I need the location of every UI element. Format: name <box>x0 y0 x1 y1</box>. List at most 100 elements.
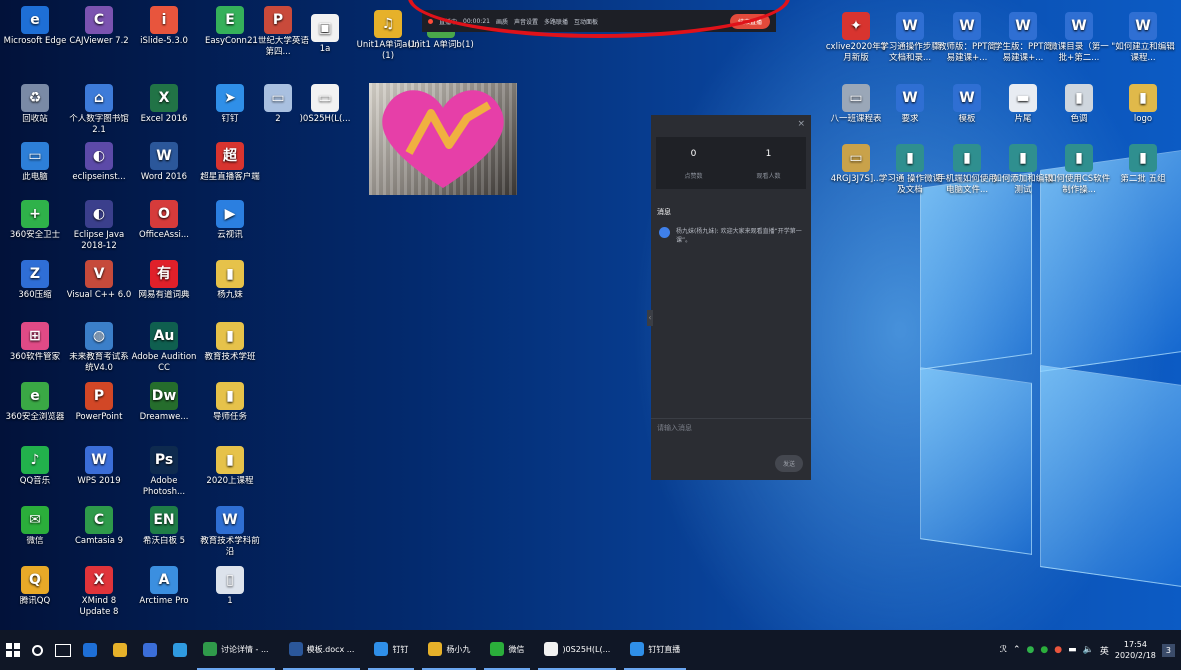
desktop-icon[interactable]: ▶ 云视讯 <box>197 200 263 241</box>
tray-app-icon[interactable]: ● <box>1054 645 1062 655</box>
wechat-tray-icon[interactable]: ● <box>1040 645 1048 655</box>
pinned-app-button[interactable] <box>167 630 197 670</box>
desktop-icon[interactable]: ◐ Eclipse Java 2018-12 <box>66 200 132 252</box>
search-circle-icon <box>32 644 43 656</box>
taskbar-app-button[interactable]: 微信 <box>484 630 531 670</box>
desktop-icon[interactable]: ◍ 未来教育考试系统V4.0 <box>66 322 132 374</box>
desktop-icon-label: 微课目录（第一批+第二... <box>1049 42 1109 63</box>
desktop-icon[interactable]: X XMind 8 Update 8 <box>66 566 132 618</box>
desktop-icon[interactable]: W WPS 2019 <box>66 446 132 487</box>
network-icon[interactable]: ▬ <box>1068 645 1077 655</box>
desktop-icon[interactable]: +360安全卫士 <box>2 200 68 241</box>
desktop-icon[interactable]: ▭ 此电脑 <box>2 142 68 183</box>
desktop-icon[interactable]: V Visual C++ 6.0 <box>66 260 132 301</box>
desktop-icon-label: 360安全卫士 <box>9 230 61 240</box>
taskbar-app-button[interactable]: )0S25H(L(... <box>538 630 617 670</box>
task-view-button[interactable] <box>49 630 77 670</box>
desktop-icon[interactable]: W 微课目录（第一批+第二... <box>1046 12 1112 64</box>
desktop-icon[interactable]: ▣ 1a <box>292 14 358 55</box>
desktop-icon[interactable]: e 360安全浏览器 <box>2 382 68 423</box>
desktop-icon[interactable]: W 教育技术学科前沿 <box>197 506 263 558</box>
taskbar-app-button[interactable]: 杨小九 <box>422 630 477 670</box>
desktop-icon[interactable]: e Microsoft Edge <box>2 6 68 47</box>
desktop-icon[interactable]: ◐ eclipseinst... <box>66 142 132 183</box>
desktop-icon[interactable]: ▯ 1 <box>197 566 263 607</box>
desktop-icon[interactable]: ▮ logo <box>1110 84 1176 125</box>
taskbar-app-button[interactable]: 钉钉 <box>368 630 415 670</box>
heart-sticker-icon <box>382 90 504 188</box>
windows-start-icon <box>6 643 20 657</box>
desktop-icon[interactable]: 超超星直播客户端 <box>197 142 263 183</box>
desktop-icon-label: QQ音乐 <box>19 476 51 486</box>
desktop-icon[interactable]: O OfficeAssi... <box>131 200 197 241</box>
collapse-handle[interactable]: ‹ <box>647 310 653 326</box>
chevron-up-icon[interactable]: ⌃ <box>1013 645 1021 655</box>
volume-icon[interactable]: 🔈 <box>1083 645 1094 655</box>
taskbar-app-button[interactable]: 讨论详情 - ... <box>197 630 275 670</box>
desktop-icon[interactable]: ▮ 教育技术学班 <box>197 322 263 363</box>
clock[interactable]: 17:54 2020/2/18 <box>1115 639 1156 661</box>
app-icon: ▮ <box>216 322 244 350</box>
message-input[interactable]: 请输入消息 <box>657 423 692 433</box>
desktop-icon[interactable]: ▮ 如何使用CS软件制作操... <box>1046 144 1112 196</box>
desktop-icon[interactable]: W "如何建立和编辑课程... <box>1110 12 1176 64</box>
desktop-icon[interactable]: ✉ 微信 <box>2 506 68 547</box>
desktop-icon[interactable]: C CAJViewer 7.2 <box>66 6 132 47</box>
desktop-icon[interactable]: ⊞ 360软件管家 <box>2 322 68 363</box>
viewers-count: 1 <box>765 149 772 159</box>
desktop-icon[interactable]: A Arctime Pro <box>131 566 197 607</box>
clock-date: 2020/2/18 <box>1114 651 1156 660</box>
desktop-icon[interactable]: ⌂ 个人数字图书馆2.1 <box>66 84 132 136</box>
desktop-icon[interactable]: Au Adobe Audition CC <box>131 322 197 374</box>
desktop-icon-label: 360安全浏览器 <box>5 412 65 422</box>
desktop-icon[interactable]: W Word 2016 <box>131 142 197 183</box>
desktop-icon[interactable]: ♪ QQ音乐 <box>2 446 68 487</box>
desktop-icon-label: 个人数字图书馆2.1 <box>69 114 129 135</box>
desktop-icon[interactable]: ▮ 2020上课程 <box>197 446 263 487</box>
close-icon[interactable]: × <box>797 119 805 129</box>
app-icon: ♫ <box>374 10 402 38</box>
desktop-icon[interactable]: X Excel 2016 <box>131 84 197 125</box>
search-button[interactable] <box>26 630 49 670</box>
app-icon: ▯ <box>216 566 244 594</box>
desktop-icon[interactable]: i iSlide-5.3.0 <box>131 6 197 47</box>
notification-badge[interactable]: 3 <box>1161 643 1175 657</box>
infinity-icon <box>143 643 157 657</box>
start-button[interactable] <box>0 630 26 670</box>
desktop-icon[interactable]: ▮ 第二批 五组 <box>1110 144 1176 185</box>
edge-taskbar-button[interactable] <box>77 630 107 670</box>
send-button[interactable]: 发送 <box>774 455 803 472</box>
chat-message-text: 杨九妹(杨九妹): 欢迎大家来观看直播“开学第一课”。 <box>676 228 802 244</box>
desktop-icon[interactable]: ▮ 杨九妹 <box>197 260 263 301</box>
desktop-icon[interactable]: C Camtasia 9 <box>66 506 132 547</box>
app-icon: ▭ <box>842 144 870 172</box>
desktop-icon[interactable]: ▭)0S25H(L(... <box>292 84 358 125</box>
desktop-icon[interactable]: ▮ 色调 <box>1046 84 1112 125</box>
taskbar-app-button[interactable]: 钉钉直播 <box>624 630 687 670</box>
desktop-icon[interactable]: Q 腾讯QQ <box>2 566 68 607</box>
taskbar-app-button[interactable]: 模板.docx ... <box>282 630 361 670</box>
desktop-icon-label: iSlide-5.3.0 <box>140 36 188 46</box>
pinned-app-button[interactable] <box>137 630 167 670</box>
tray-app-icon[interactable]: ● <box>1027 645 1035 655</box>
explorer-taskbar-button[interactable] <box>107 630 137 670</box>
app-icon: ▭ <box>21 142 49 170</box>
desktop-icon[interactable]: ♻ 回收站 <box>2 84 68 125</box>
desktop-icon[interactable]: EN 希沃白板 5 <box>131 506 197 547</box>
desktop-icon[interactable]: 有网易有道词典 <box>131 260 197 301</box>
desktop-icon[interactable]: P PowerPoint <box>66 382 132 423</box>
taskbar-app-icon <box>630 642 645 656</box>
desktop-icon[interactable]: Z 360压缩 <box>2 260 68 301</box>
taskbar-app-icon <box>374 642 389 656</box>
app-icon: ▣ <box>311 14 339 42</box>
desktop-icon[interactable]: ▮ 导师任务 <box>197 382 263 423</box>
webcam-preview[interactable] <box>369 83 517 195</box>
desktop-icon-label: 回收站 <box>22 114 48 124</box>
app-icon: ▮ <box>1129 144 1157 172</box>
avatar <box>659 227 670 238</box>
desktop-icon[interactable]: Ps Adobe Photosh... <box>131 446 197 498</box>
people-icon[interactable]: ℛ <box>1000 645 1007 655</box>
app-icon: ◐ <box>85 142 113 170</box>
desktop-icon[interactable]: Dw Dreamwe... <box>131 382 197 423</box>
ime-indicator[interactable]: 英 <box>1100 644 1109 657</box>
